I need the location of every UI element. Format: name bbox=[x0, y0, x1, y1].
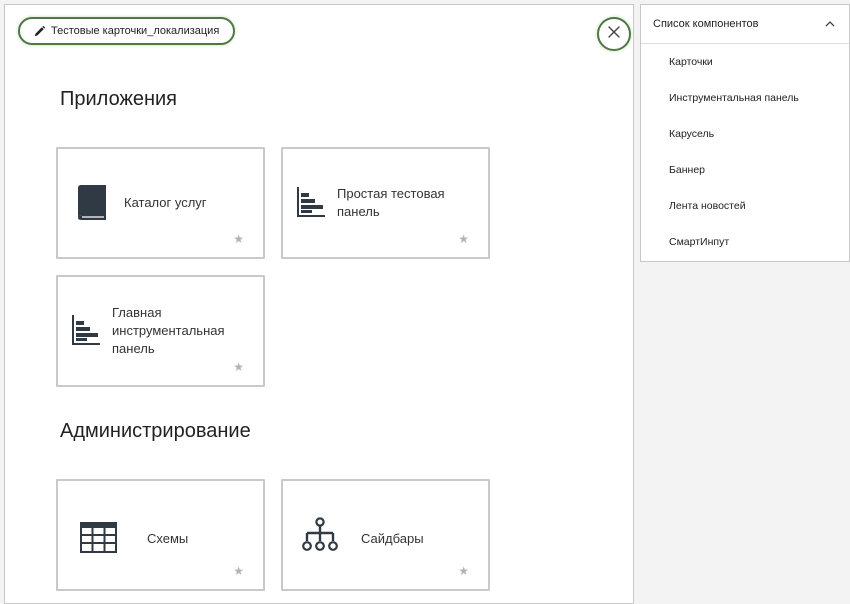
hierarchy-icon bbox=[301, 517, 339, 555]
card-label: Каталог услуг bbox=[124, 195, 207, 210]
bar-chart-icon bbox=[296, 186, 326, 218]
component-item-banner[interactable]: Баннер bbox=[641, 152, 849, 188]
close-button[interactable] bbox=[597, 17, 631, 51]
close-icon bbox=[608, 25, 620, 43]
section-title-applications: Приложения bbox=[60, 88, 178, 110]
section-title-administration: Администрирование bbox=[60, 420, 251, 442]
components-panel-title: Список компонентов bbox=[653, 18, 759, 30]
card-main-dashboard[interactable]: Главная инструментальная панель ★ bbox=[56, 275, 265, 387]
components-panel-header[interactable]: Список компонентов bbox=[641, 5, 849, 44]
card-sidebars[interactable]: Сайдбары ★ bbox=[281, 479, 490, 591]
card-label: Сайдбары bbox=[361, 531, 424, 546]
chevron-up-icon[interactable] bbox=[825, 18, 835, 30]
favorite-star-icon[interactable]: ★ bbox=[233, 361, 244, 373]
favorite-star-icon[interactable]: ★ bbox=[233, 233, 244, 245]
card-simple-test-dashboard[interactable]: Простая тестовая панель ★ bbox=[281, 147, 490, 259]
editor-panel: Тестовые карточки_локализация Приложения… bbox=[4, 4, 634, 604]
favorite-star-icon[interactable]: ★ bbox=[458, 565, 469, 577]
bar-chart-icon bbox=[71, 314, 101, 346]
edit-title-chip[interactable]: Тестовые карточки_локализация bbox=[18, 17, 236, 45]
table-icon bbox=[79, 521, 117, 553]
book-icon bbox=[74, 183, 108, 221]
component-item-cards[interactable]: Карточки bbox=[641, 44, 849, 80]
card-schemes[interactable]: Схемы ★ bbox=[56, 479, 265, 591]
favorite-star-icon[interactable]: ★ bbox=[458, 233, 469, 245]
card-label: Схемы bbox=[147, 531, 189, 546]
pencil-icon bbox=[34, 25, 45, 37]
card-label: Простая тестовая панель bbox=[337, 186, 445, 219]
components-list: Карточки Инструментальная панель Карусел… bbox=[641, 44, 849, 260]
editor-title: Тестовые карточки_локализация bbox=[51, 25, 220, 37]
card-service-catalog[interactable]: Каталог услуг ★ bbox=[56, 147, 265, 259]
component-item-news-feed[interactable]: Лента новостей bbox=[641, 188, 849, 224]
card-label: Главная инструментальная панель bbox=[112, 305, 225, 356]
component-item-carousel[interactable]: Карусель bbox=[641, 116, 849, 152]
component-item-smartinput[interactable]: СмартИнпут bbox=[641, 224, 849, 260]
component-item-dashboard[interactable]: Инструментальная панель bbox=[641, 80, 849, 116]
favorite-star-icon[interactable]: ★ bbox=[233, 565, 244, 577]
components-panel: Список компонентов Карточки Инструментал… bbox=[640, 4, 850, 262]
